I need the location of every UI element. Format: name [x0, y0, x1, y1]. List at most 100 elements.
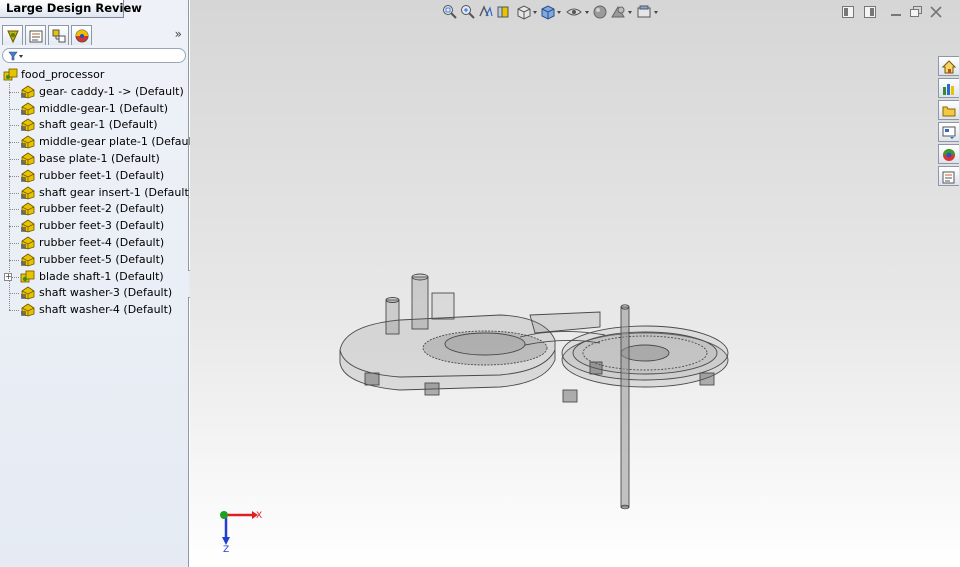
tree-item[interactable]: base plate-1 (Default) — [0, 150, 189, 167]
task-pane-file-explorer[interactable] — [938, 100, 959, 120]
part-icon — [21, 135, 35, 149]
tree-connector-branch — [9, 259, 19, 261]
tree-item-label: shaft washer-4 (Default) — [39, 303, 173, 317]
tree-connector-branch — [9, 310, 19, 312]
tree-item-label: shaft gear-1 (Default) — [39, 118, 158, 132]
viewport-window-controls — [842, 6, 952, 20]
tree-item-label: rubber feet-3 (Default) — [39, 219, 165, 233]
tree-item-label: base plate-1 (Default) — [39, 151, 160, 165]
tree-item-label: rubber feet-5 (Default) — [39, 252, 165, 266]
panel-tabs: » — [2, 25, 186, 47]
file-explorer-icon — [942, 106, 956, 117]
filter-bar[interactable] — [2, 48, 186, 63]
task-pane-design-library[interactable] — [938, 78, 959, 98]
tree-item-label: rubber feet-4 (Default) — [39, 235, 165, 249]
tree-item[interactable]: rubber feet-2 (Default) — [0, 200, 189, 217]
coordinate-triad: X Z — [220, 511, 262, 553]
tree-item[interactable]: shaft gear-1 (Default) — [0, 116, 189, 133]
design-library-icon — [943, 84, 954, 95]
tree-item-label: rubber feet-1 (Default) — [39, 168, 165, 182]
tree-item-label: blade shaft-1 (Default) — [39, 269, 164, 283]
tree-item-label: middle-gear-1 (Default) — [39, 101, 169, 115]
part-icon — [21, 253, 35, 267]
tree-item[interactable]: middle-gear plate-1 (Default) — [0, 133, 200, 150]
solidworks-resources-icon — [942, 60, 956, 74]
display-manager-tab[interactable] — [71, 25, 92, 45]
expand-toggle[interactable]: + — [4, 272, 12, 281]
tree-item-label: shaft washer-3 (Default) — [39, 286, 173, 300]
task-pane-appearances[interactable] — [938, 144, 959, 164]
edit-appearance-icon[interactable] — [592, 4, 608, 20]
chevron-more-icon[interactable]: » — [175, 27, 182, 41]
zoom-to-fit-icon[interactable] — [442, 4, 458, 20]
feature-manager-tab[interactable] — [2, 25, 23, 45]
view-settings-icon[interactable] — [636, 4, 660, 20]
food-processor-3d-model[interactable] — [330, 265, 730, 515]
heads-up-view-toolbar — [442, 4, 702, 22]
feature-tree: food_processor gear- caddy-1 -> (Default… — [0, 66, 200, 318]
subassembly-icon — [20, 270, 35, 282]
task-pane-resources[interactable] — [938, 56, 959, 76]
tile-right-icon[interactable] — [864, 6, 876, 18]
part-icon — [21, 286, 35, 300]
part-icon — [21, 202, 35, 216]
custom-properties-icon — [942, 171, 955, 184]
tree-item[interactable]: gear- caddy-1 -> (Default) — [0, 83, 189, 100]
tree-connector-branch — [9, 243, 19, 244]
part-icon — [21, 152, 35, 166]
large-design-review-tab[interactable]: Large Design Review — [0, 0, 142, 18]
feature-tree-icon — [7, 30, 19, 44]
configuration-manager-tab[interactable] — [48, 25, 69, 45]
display-style-icon[interactable] — [540, 4, 562, 20]
tree-connector-branch — [9, 293, 19, 295]
tree-item[interactable]: rubber feet-1 (Default) — [0, 167, 189, 184]
tree-item[interactable]: rubber feet-5 (Default) — [0, 251, 189, 268]
tree-connector-branch — [9, 209, 19, 211]
tree-connector-branch — [9, 125, 19, 127]
tree-item[interactable]: rubber feet-4 (Default) — [0, 234, 189, 251]
restore-icon[interactable] — [910, 6, 922, 18]
task-pane-tabs — [938, 56, 960, 192]
tree-connector-branch — [9, 226, 19, 228]
part-icon — [21, 219, 35, 233]
configuration-icon — [52, 29, 66, 43]
tree-connector-branch — [9, 91, 19, 93]
part-icon — [21, 169, 35, 183]
part-icon — [21, 236, 35, 250]
tree-item-label: gear- caddy-1 -> (Default) — [39, 84, 184, 98]
graphics-viewport[interactable]: X Z — [190, 0, 960, 567]
tree-item[interactable]: shaft washer-4 (Default) — [0, 301, 189, 318]
hide-show-items-icon[interactable] — [566, 4, 590, 20]
task-pane-view-palette[interactable] — [938, 122, 959, 142]
tree-connector-branch — [9, 142, 19, 144]
part-icon — [21, 85, 35, 99]
view-orientation-icon[interactable] — [516, 4, 538, 20]
tree-item[interactable]: shaft gear insert-1 (Default) — [0, 184, 193, 201]
property-manager-tab[interactable] — [25, 25, 46, 45]
triad-x-label: X — [256, 511, 262, 521]
task-pane-custom-properties[interactable] — [938, 166, 959, 186]
part-icon — [21, 102, 35, 116]
tree-item[interactable]: blade shaft-1 (Default) — [0, 268, 189, 285]
tree-item-label: shaft gear insert-1 (Default) — [39, 185, 194, 199]
tree-connector-branch — [9, 175, 19, 177]
tree-root[interactable]: food_processor — [0, 66, 189, 83]
part-icon — [21, 118, 35, 132]
section-view-icon[interactable] — [496, 4, 512, 20]
tree-item-label: rubber feet-2 (Default) — [39, 202, 165, 216]
minimize-icon[interactable] — [890, 6, 902, 18]
previous-view-icon[interactable] — [478, 4, 494, 20]
tile-left-icon[interactable] — [842, 6, 854, 18]
tree-item[interactable]: middle-gear-1 (Default) — [0, 100, 189, 117]
property-icon — [29, 30, 43, 43]
tree-item[interactable]: rubber feet-3 (Default) — [0, 217, 189, 234]
zoom-to-area-icon[interactable] — [460, 4, 476, 20]
part-icon — [21, 186, 35, 199]
tree-root-label: food_processor — [21, 68, 105, 81]
tree-connector-branch — [9, 159, 19, 160]
close-icon[interactable] — [930, 6, 942, 18]
tree-item[interactable]: shaft washer-3 (Default) — [0, 284, 189, 301]
filter-icon — [8, 51, 23, 61]
appearance-icon — [75, 29, 89, 43]
apply-scene-icon[interactable] — [610, 4, 634, 20]
